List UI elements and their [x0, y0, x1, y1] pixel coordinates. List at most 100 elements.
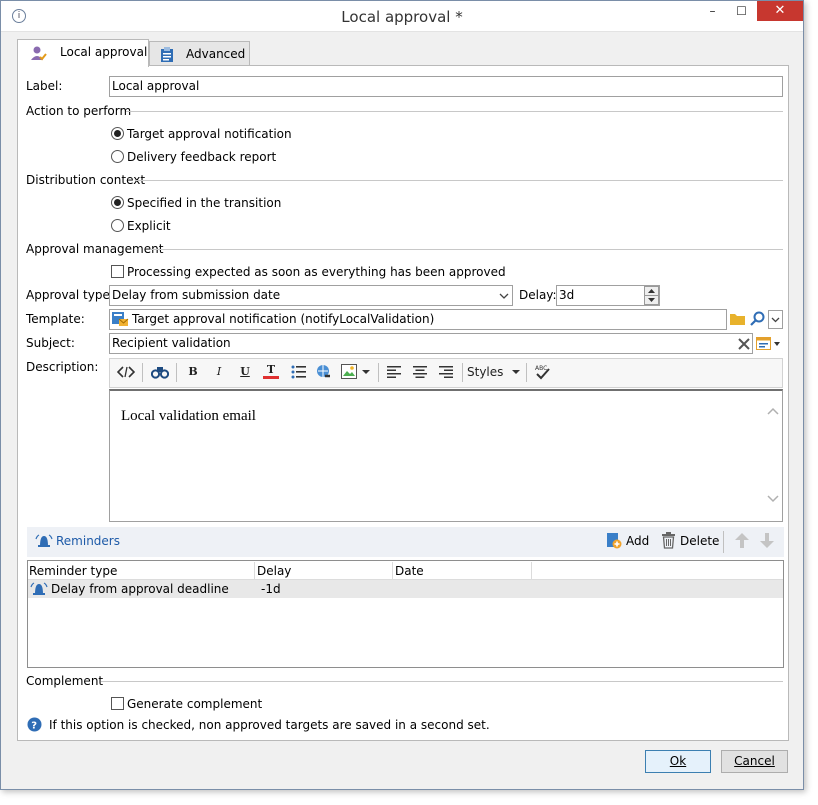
cancel-button[interactable]: Cancel: [721, 750, 788, 773]
reminder-bell-icon: [35, 534, 53, 547]
template-field[interactable]: Target approval notification (notifyLoca…: [109, 309, 727, 330]
add-reminder-button[interactable]: Add: [626, 534, 649, 548]
column-divider: [531, 562, 532, 580]
template-icon: [112, 312, 129, 326]
search-icon[interactable]: [750, 311, 765, 326]
title-bar: i Local approval * – ☐ ✕: [1, 1, 803, 32]
text-color-button[interactable]: T: [263, 363, 279, 379]
clipboard-icon: [161, 47, 173, 62]
section-divider: [135, 180, 783, 181]
column-header-delay[interactable]: Delay: [257, 564, 291, 578]
section-divider: [151, 249, 783, 250]
spell-check-icon[interactable]: ABC: [534, 363, 552, 380]
radio-specified-transition[interactable]: [111, 196, 124, 209]
delay-spinner-icon[interactable]: [644, 286, 659, 305]
tab-local-approval[interactable]: Local approval: [17, 39, 149, 67]
bullet-list-icon[interactable]: [291, 365, 307, 379]
subject-field[interactable]: Recipient validation: [109, 333, 753, 354]
toolbar-separator: [176, 363, 177, 382]
radio-delivery-feedback[interactable]: [111, 150, 124, 163]
minimize-button[interactable]: –: [699, 1, 726, 21]
radio-target-approval[interactable]: [111, 127, 124, 140]
section-divider: [101, 681, 783, 682]
reminder-bell-icon: [30, 582, 48, 595]
template-caption: Template:: [26, 312, 85, 326]
delete-reminder-button[interactable]: Delete: [680, 534, 719, 548]
cell-delay: -1d: [261, 582, 281, 596]
checkbox-label: Processing expected as soon as everythin…: [127, 265, 506, 279]
generate-complement-checkbox[interactable]: [111, 697, 124, 710]
scroll-up-icon[interactable]: [766, 405, 780, 417]
editor-body-text[interactable]: Local validation email: [121, 408, 256, 425]
help-icon: ?: [27, 717, 42, 732]
move-up-icon[interactable]: [734, 532, 750, 549]
action-section-title: Action to perform: [26, 104, 132, 118]
radio-label: Delivery feedback report: [127, 150, 277, 164]
toolbar-separator: [142, 363, 143, 382]
ok-button[interactable]: Ok: [645, 750, 711, 773]
approval-type-caption: Approval type:: [26, 288, 114, 302]
toolbar-separator: [526, 363, 527, 382]
approval-type-select[interactable]: Delay from submission date: [109, 285, 513, 306]
toolbar-separator: [462, 363, 463, 382]
subject-caption: Subject:: [26, 336, 75, 350]
ok-label: Ok: [669, 754, 687, 768]
column-header-date[interactable]: Date: [395, 564, 424, 578]
radio-label: Explicit: [127, 219, 171, 233]
column-divider: [392, 562, 393, 580]
insert-image-icon[interactable]: [341, 364, 357, 379]
cancel-label: Cancel: [734, 754, 775, 768]
source-code-icon[interactable]: [117, 364, 135, 380]
window-title: Local approval *: [341, 8, 463, 26]
reminders-title[interactable]: Reminders: [56, 534, 120, 548]
svg-text:?: ?: [31, 721, 37, 732]
cell-reminder-type: Delay from approval deadline: [51, 582, 229, 596]
radio-label: Specified in the transition: [127, 196, 282, 210]
dialog-window: i Local approval * – ☐ ✕ Local approval …: [0, 0, 804, 790]
complement-hint: If this option is checked, non approved …: [49, 718, 490, 732]
checkbox-label: Generate complement: [127, 697, 263, 711]
radio-label: Target approval notification: [127, 127, 292, 141]
tab-label: Advanced: [186, 47, 246, 61]
scroll-down-icon[interactable]: [766, 493, 780, 505]
align-left-icon[interactable]: [387, 366, 401, 378]
chevron-down-icon: [771, 317, 780, 323]
delay-caption: Delay:: [519, 288, 557, 302]
add-icon: [607, 533, 622, 549]
complement-section-title: Complement: [26, 674, 104, 688]
toolbar-separator: [378, 363, 379, 382]
styles-dropdown[interactable]: Styles: [467, 363, 503, 381]
align-center-icon[interactable]: [413, 366, 427, 378]
personalization-icon[interactable]: [756, 336, 782, 352]
column-header-reminder-type[interactable]: Reminder type: [29, 564, 117, 578]
processing-checkbox[interactable]: [111, 265, 124, 278]
trash-icon: [662, 532, 675, 549]
svg-text:ABC: ABC: [535, 365, 547, 372]
description-caption: Description:: [26, 360, 99, 374]
tab-advanced[interactable]: Advanced: [149, 41, 250, 67]
move-down-icon[interactable]: [759, 532, 775, 549]
column-divider: [254, 562, 255, 580]
distribution-section-title: Distribution context: [26, 173, 146, 187]
chevron-down-icon: [512, 370, 520, 374]
align-right-icon[interactable]: [439, 366, 453, 378]
user-approval-icon: [31, 46, 47, 61]
radio-explicit[interactable]: [111, 219, 124, 232]
clear-icon[interactable]: [737, 337, 751, 351]
bold-button[interactable]: B: [185, 363, 201, 381]
toolbar-separator: [723, 531, 724, 553]
underline-button[interactable]: U: [237, 363, 253, 381]
label-field[interactable]: Local approval: [109, 76, 783, 97]
chevron-down-icon[interactable]: [497, 287, 511, 304]
chevron-down-icon[interactable]: [361, 367, 371, 377]
insert-link-icon[interactable]: [316, 364, 333, 380]
folder-icon[interactable]: [730, 312, 745, 325]
approval-section-title: Approval management: [26, 242, 164, 256]
find-binoculars-icon[interactable]: [151, 364, 169, 380]
close-button[interactable]: ✕: [757, 1, 803, 21]
label-caption: Label:: [26, 79, 63, 93]
italic-button[interactable]: I: [211, 363, 227, 381]
maximize-button[interactable]: ☐: [728, 1, 755, 21]
section-divider: [126, 111, 783, 112]
tab-label: Local approval: [60, 45, 148, 59]
